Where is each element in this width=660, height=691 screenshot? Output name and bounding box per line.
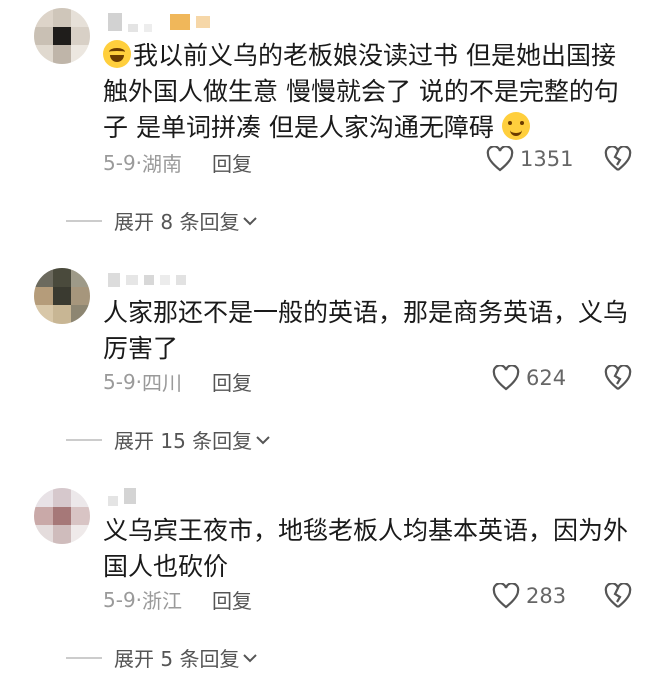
- divider: [66, 438, 102, 441]
- like-count: 283: [526, 584, 567, 608]
- expand-replies[interactable]: 展开 15 条回复: [66, 425, 270, 454]
- like-count: 624: [526, 366, 567, 390]
- dislike-button[interactable]: [603, 582, 633, 613]
- broken-heart-icon: [604, 364, 632, 390]
- avatar[interactable]: [34, 488, 90, 544]
- comment-region: 浙江: [142, 589, 183, 613]
- comment-region: 四川: [142, 371, 183, 395]
- dislike-button[interactable]: [603, 145, 633, 176]
- expand-replies[interactable]: 展开 8 条回复: [66, 206, 258, 235]
- dislike-button[interactable]: [603, 364, 633, 395]
- username-pixelated[interactable]: [108, 12, 210, 32]
- laughing-tears-icon: [103, 40, 131, 68]
- username-pixelated[interactable]: [108, 270, 186, 290]
- like-button[interactable]: 624: [492, 365, 566, 391]
- heart-icon: [492, 365, 520, 391]
- divider: [66, 656, 102, 659]
- heart-icon: [486, 146, 514, 172]
- comment-meta: 5-9 · 湖南 回复: [103, 148, 252, 177]
- expand-label: 展开 15 条回复: [114, 429, 253, 453]
- comment-region: 湖南: [142, 152, 183, 176]
- heart-icon: [492, 583, 520, 609]
- like-button[interactable]: 283: [492, 583, 566, 609]
- comment-text: 义乌宾王夜市，地毯老板人均基本英语，因为外国人也砍价: [103, 516, 629, 581]
- avatar[interactable]: [34, 8, 90, 64]
- like-count: 1351: [520, 147, 574, 171]
- reply-button[interactable]: 回复: [212, 148, 252, 177]
- divider: [66, 219, 102, 222]
- comment-meta: 5-9 · 浙江 回复: [103, 585, 252, 614]
- reply-button[interactable]: 回复: [212, 367, 252, 396]
- broken-heart-icon: [604, 145, 632, 171]
- like-button[interactable]: 1351: [486, 146, 573, 172]
- comment-date: 5-9: [103, 150, 136, 175]
- reply-button[interactable]: 回复: [212, 585, 252, 614]
- comment-text: 我以前义乌的老板娘没读过书 但是她出国接触外国人做生意 慢慢就会了 说的不是完整…: [103, 40, 619, 142]
- expand-label: 展开 5 条回复: [114, 647, 240, 671]
- username-pixelated[interactable]: [108, 486, 136, 506]
- avatar[interactable]: [34, 268, 90, 324]
- comment-date: 5-9: [103, 587, 136, 612]
- expand-replies[interactable]: 展开 5 条回复: [66, 643, 258, 672]
- comment-meta: 5-9 · 四川 回复: [103, 367, 252, 396]
- smile-icon: [501, 112, 530, 140]
- comment-date: 5-9: [103, 369, 136, 394]
- comment-text: 人家那还不是一般的英语，那是商务英语，义乌厉害了: [103, 298, 629, 363]
- chevron-down-icon: [243, 216, 258, 225]
- expand-label: 展开 8 条回复: [114, 210, 240, 234]
- chevron-down-icon: [243, 653, 258, 662]
- broken-heart-icon: [604, 582, 632, 608]
- chevron-down-icon: [256, 435, 270, 444]
